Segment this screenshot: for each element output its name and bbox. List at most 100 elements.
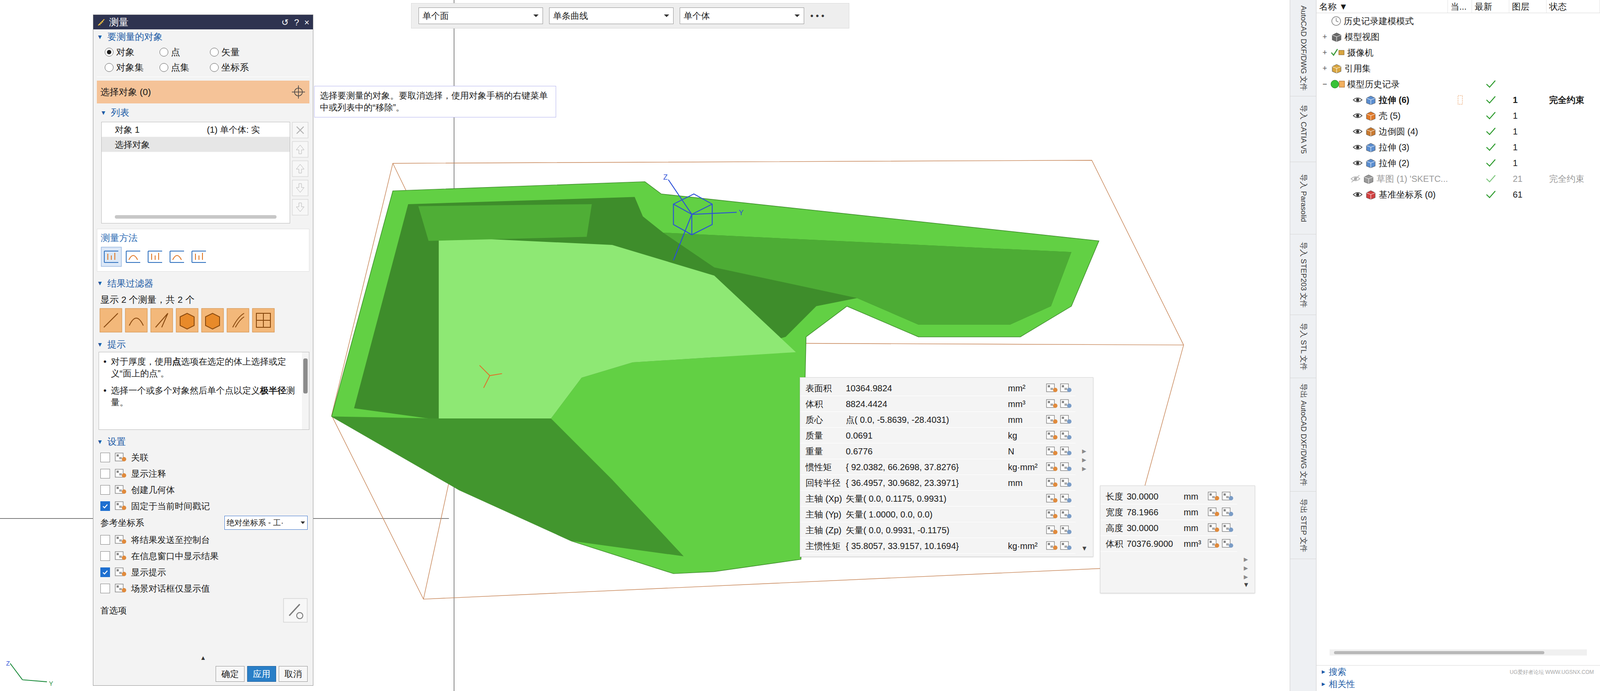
annotation-icon[interactable] [1045, 382, 1058, 394]
expand-arrow[interactable]: ► [1080, 447, 1088, 455]
result-row[interactable]: 质量0.0691kg [800, 427, 1076, 444]
filter-dropdown[interactable]: 单个体 [679, 7, 805, 25]
expand-arrow[interactable]: ► [1080, 465, 1088, 473]
strip-tab[interactable]: 导入 Parasolid [1290, 162, 1317, 235]
annotation-icon[interactable] [1045, 493, 1058, 505]
setting-icon[interactable] [114, 468, 127, 480]
display-icon[interactable] [1221, 538, 1234, 550]
method-icon[interactable] [144, 246, 166, 267]
result-filter-icon[interactable] [175, 308, 199, 333]
method-icon[interactable] [100, 246, 122, 267]
section-header[interactable]: ▼列表 [100, 105, 310, 121]
radio-option[interactable]: 对象集 [104, 59, 160, 75]
tree-expander[interactable]: + [1320, 46, 1329, 59]
strip-tab[interactable]: 导出 STEP 文件 [1290, 491, 1317, 560]
filter-dropdown[interactable]: 单条曲线 [549, 7, 674, 25]
column-header[interactable]: 状态 [1546, 0, 1600, 13]
display-icon[interactable] [1059, 508, 1072, 521]
setting-checkbox[interactable]: 将结果发送至控制台 [100, 531, 310, 548]
result-filter-icon[interactable] [226, 308, 250, 333]
graphics-viewport[interactable]: ZYZY单个面单条曲线单个体• • •选择要测量的对象。要取消选择，使用对象手柄… [0, 0, 1290, 691]
column-header[interactable]: 最新 [1472, 0, 1510, 13]
result-row[interactable]: 回转半径{ 36.4957, 30.9682, 23.3971}mm [800, 475, 1076, 491]
navigator-section[interactable]: ▸相关性 [1321, 677, 1600, 691]
display-icon[interactable] [1059, 477, 1072, 489]
display-icon[interactable] [1059, 414, 1072, 426]
display-icon[interactable] [1059, 429, 1072, 442]
annotation-icon[interactable] [1045, 445, 1058, 458]
move-icon[interactable] [291, 179, 309, 197]
display-icon[interactable] [1221, 522, 1234, 534]
section-header[interactable]: ▼提示 [96, 337, 310, 352]
result-row[interactable]: 体积70376.9000mm³ [1100, 535, 1238, 552]
result-row[interactable]: 重量0.6776N [800, 443, 1076, 460]
annotation-icon[interactable] [1045, 414, 1058, 426]
strip-tab[interactable]: 导入 STEP203 文件 [1290, 234, 1317, 316]
section-header[interactable]: ▼要测量的对象 [96, 29, 310, 45]
filter-dropdown[interactable]: 单个面 [418, 7, 543, 25]
tree-row[interactable]: 壳 (5)1 [1316, 107, 1600, 124]
display-icon[interactable] [1221, 506, 1234, 518]
radio-option[interactable]: 点集 [159, 59, 210, 75]
result-filter-icon[interactable] [99, 308, 123, 333]
tree-row[interactable]: 草图 (1) 'SKETC...21完全约束 [1316, 170, 1600, 187]
setting-checkbox[interactable]: 场景对话框仅显示值 [100, 580, 310, 597]
setting-checkbox[interactable]: 显示注释 [100, 465, 310, 482]
radio-option[interactable]: 对象 [104, 44, 160, 60]
result-filter-icon[interactable] [124, 308, 148, 333]
display-icon[interactable] [1059, 445, 1072, 458]
setting-checkbox[interactable]: 在信息窗口中显示结果 [100, 547, 310, 565]
checkbox[interactable] [100, 452, 110, 463]
checkbox[interactable] [100, 468, 110, 479]
display-icon[interactable] [1059, 493, 1072, 505]
result-row[interactable]: 主惯性矩{ 35.8057, 33.9157, 10.1694}kg·mm² [800, 538, 1076, 554]
radio-option[interactable]: 点 [159, 44, 210, 60]
eye-icon[interactable] [1352, 95, 1363, 105]
move-icon[interactable] [291, 198, 309, 216]
title-control[interactable]: ? [294, 15, 299, 29]
move-icon[interactable] [291, 141, 309, 158]
display-icon[interactable] [1059, 524, 1072, 536]
display-icon[interactable] [1221, 490, 1234, 503]
remove-icon[interactable] [291, 121, 309, 139]
tree-row[interactable]: 拉伸 (2)1 [1316, 155, 1600, 171]
display-icon[interactable] [1059, 461, 1072, 473]
result-row[interactable]: 宽度78.1966mm [1100, 504, 1238, 521]
setting-checkbox[interactable]: 固定于当前时间戳记 [100, 497, 310, 515]
annotation-icon[interactable] [1207, 538, 1220, 550]
checkbox[interactable] [100, 485, 110, 495]
eye-icon[interactable] [1350, 174, 1361, 184]
tree-row[interactable]: 历史记录建模模式 [1316, 13, 1600, 29]
column-header[interactable]: 当... [1447, 0, 1473, 13]
tree-expander[interactable]: − [1320, 78, 1329, 91]
title-control[interactable]: × [304, 15, 310, 29]
result-row[interactable]: 惯性矩{ 92.0382, 66.2698, 37.8276}kg·mm² [800, 459, 1076, 476]
checkbox[interactable] [100, 567, 110, 578]
tree-row[interactable]: 拉伸 (3)1 [1316, 139, 1600, 156]
csys-dropdown[interactable]: 绝对坐标系 - 工· [224, 515, 308, 530]
radio-option[interactable]: 坐标系 [209, 59, 263, 75]
preferences-icon[interactable] [283, 598, 308, 623]
tree-row[interactable]: 拉伸 (6)1完全约束 [1316, 92, 1600, 108]
checkbox[interactable] [100, 535, 110, 545]
setting-icon[interactable] [114, 484, 127, 496]
result-filter-icon[interactable] [251, 308, 275, 333]
object-list[interactable]: 对象 1(1) 单个体: 实选择对象 [101, 121, 291, 224]
panel-menu[interactable]: ▾ [1082, 544, 1087, 553]
hint-scrollbar[interactable] [301, 352, 309, 430]
annotation-icon[interactable] [1045, 477, 1058, 489]
annotation-icon[interactable] [1207, 522, 1220, 534]
result-filter-icon[interactable] [150, 308, 174, 333]
select-object-bar[interactable]: 选择对象 (0) [96, 80, 310, 104]
checkbox[interactable] [100, 501, 110, 511]
section-header[interactable]: ▼设置 [96, 434, 310, 450]
expand-arrow[interactable]: ► [1242, 564, 1250, 572]
annotation-icon[interactable] [1045, 398, 1058, 410]
title-control[interactable]: ↺ [281, 15, 289, 29]
method-icon[interactable] [122, 246, 144, 267]
column-header[interactable]: 图层 [1509, 0, 1547, 13]
checkbox[interactable] [100, 551, 110, 561]
expand-arrow[interactable]: ► [1242, 556, 1250, 564]
eye-icon[interactable] [1352, 111, 1363, 121]
more-button[interactable]: • • • [810, 9, 825, 23]
